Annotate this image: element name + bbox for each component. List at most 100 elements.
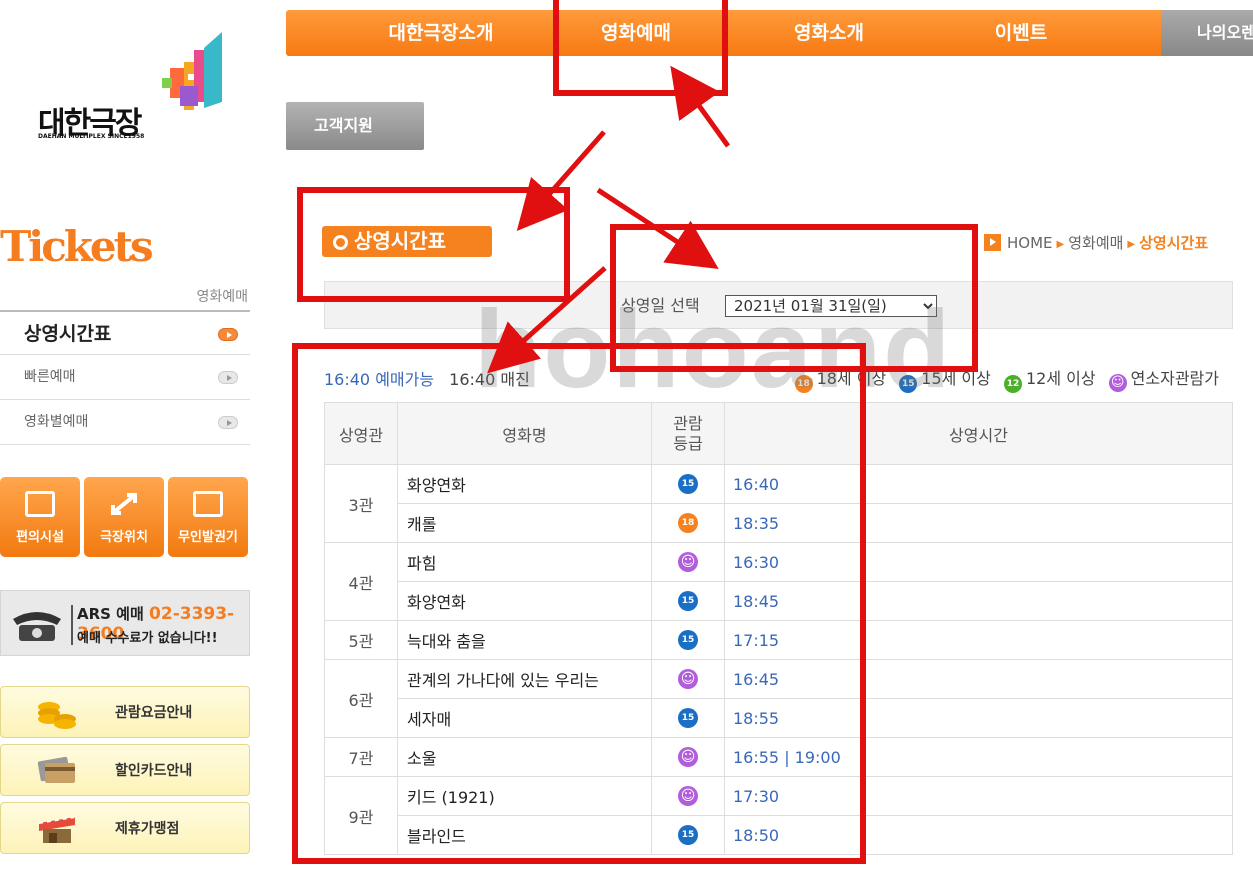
support-button[interactable]: 고객지원 <box>286 102 424 150</box>
rating-15-icon: 15 <box>678 630 698 651</box>
booking-status: 16:40 예매가능 16:40 매진 <box>324 366 530 390</box>
hall-cell: 4관 <box>324 542 398 621</box>
breadcrumb-current: 상영시간표 <box>1139 234 1209 252</box>
sidebar-title: Tickets <box>0 222 154 271</box>
divider <box>71 605 73 645</box>
movie-title-cell[interactable]: 화양연화 <box>397 581 652 621</box>
nav-item-booking[interactable]: 영화예매 <box>561 10 711 56</box>
partner-button[interactable]: 제휴가맹점 <box>0 802 250 854</box>
chevron-right-icon: ▶ <box>1056 239 1065 250</box>
building-icon <box>25 491 55 517</box>
table-header-row: 상영관 영화명 관람 등급 상영시간 <box>324 402 1233 465</box>
legend-label: 연소자관람가 <box>1130 369 1219 388</box>
rating-legend: 18 18세 이상 15 15세 이상 12 12세 이상 ☺ 연소자관람가 <box>787 365 1219 393</box>
ars-note: 예매 수수료가 없습니다!! <box>77 631 218 646</box>
showtime-cell[interactable]: 16:45 <box>724 659 1233 699</box>
legend-item-all: ☺ 연소자관람가 <box>1108 365 1219 392</box>
facilities-button[interactable]: 편의시설 <box>0 477 80 557</box>
table-row: 캐롤 18 18:35 <box>325 503 1233 543</box>
showtime-cell[interactable]: 17:15 <box>724 620 1233 660</box>
showtime-cell[interactable]: 18:50 <box>724 815 1233 855</box>
sidebar-item-label: 영화별예매 <box>24 414 89 430</box>
rating-15-icon: 15 <box>678 825 698 846</box>
rating-cell: ☺ <box>651 659 725 699</box>
facilities-label: 편의시설 <box>16 530 64 545</box>
movie-title-cell[interactable]: 화양연화 <box>397 464 652 504</box>
table-row: 6관 관계의 가나다에 있는 우리는 ☺ 16:45 <box>324 659 1233 738</box>
rating-15-icon: 15 <box>899 375 918 393</box>
movie-title-cell[interactable]: 세자매 <box>397 698 652 738</box>
hall-cell: 7관 <box>324 737 398 777</box>
sidebar-item-schedule[interactable]: 상영시간표 <box>0 310 250 355</box>
showtime-cell[interactable]: 18:35 <box>724 503 1233 543</box>
sidebar-subtitle: 영화예매 <box>196 289 248 305</box>
showtime-cell[interactable]: 18:55 <box>724 698 1233 738</box>
sidebar-item-quick-booking[interactable]: 빠른예매 <box>0 355 250 400</box>
date-select[interactable]: 2021년 01월 31일(일) <box>725 295 937 317</box>
showtime-cell[interactable]: 16:55 | 19:00 <box>724 737 1233 777</box>
card-icon <box>37 756 75 783</box>
breadcrumb-home[interactable]: HOME <box>1007 234 1053 252</box>
rating-18-icon: 18 <box>794 375 813 393</box>
rating-12-icon: 12 <box>1003 375 1022 393</box>
legend-item-12: 12 12세 이상 <box>1003 365 1096 393</box>
rating-cell: ☺ <box>651 776 725 816</box>
movie-title-cell[interactable]: 키드 (1921) <box>397 776 652 816</box>
location-button[interactable]: 극장위치 <box>84 477 164 557</box>
ars-banner[interactable]: ARS 예매 02-3393-3600 예매 수수료가 없습니다!! <box>0 590 250 656</box>
table-row: 화양연화 15 18:45 <box>325 581 1233 621</box>
showtime-cell[interactable]: 16:30 <box>724 542 1233 582</box>
movie-title-cell[interactable]: 소울 <box>397 737 652 777</box>
movie-title-cell[interactable]: 관계의 가나다에 있는 우리는 <box>397 659 652 699</box>
partner-label: 제휴가맹점 <box>115 821 180 837</box>
discount-card-label: 할인카드안내 <box>115 763 193 779</box>
date-selector-bar: 상영일 선택 2021년 01월 31일(일) <box>324 281 1233 329</box>
legend-label: 12세 이상 <box>1025 369 1096 388</box>
showtime-cell[interactable]: 16:40 <box>724 464 1233 504</box>
rating-all-icon: ☺ <box>678 786 698 807</box>
table-row: 4관 파힘 ☺ 16:30 <box>324 542 1233 621</box>
movie-title-cell[interactable]: 파힘 <box>397 542 652 582</box>
rating-all-icon: ☺ <box>678 669 698 690</box>
telephone-icon <box>13 612 61 641</box>
rating-all-icon: ☺ <box>678 552 698 573</box>
price-guide-button[interactable]: 관람요금안내 <box>0 686 250 738</box>
rating-cell: 15 <box>651 581 725 621</box>
sidebar-item-movie-booking[interactable]: 영화별예매 <box>0 400 250 445</box>
table-row: 7관 소울 ☺ 16:55 | 19:00 <box>324 737 1233 777</box>
date-select-label: 상영일 선택 <box>621 296 700 315</box>
nav-item-about[interactable]: 대한극장소개 <box>366 10 516 56</box>
arrow-icon <box>218 416 238 429</box>
header-hall: 상영관 <box>324 402 398 465</box>
table-row: 블라인드 15 18:50 <box>325 815 1233 855</box>
showtime-cell[interactable]: 17:30 <box>724 776 1233 816</box>
kiosk-button[interactable]: 무인발권기 <box>168 477 248 557</box>
site-logo[interactable]: 대한극장 DAEHAN MULTIPLEX SINCE1958 <box>38 30 228 141</box>
main-nav: 대한극장소개 영화예매 영화소개 이벤트 나의오렌 <box>286 10 1253 56</box>
status-available: 16:40 예매가능 <box>324 370 435 389</box>
nav-item-movies[interactable]: 영화소개 <box>754 10 904 56</box>
rating-all-icon: ☺ <box>1108 374 1127 392</box>
table-row: 9관 키드 (1921) ☺ 17:30 <box>324 776 1233 855</box>
hall-cell: 9관 <box>324 776 398 855</box>
discount-card-button[interactable]: 할인카드안내 <box>0 744 250 796</box>
nav-item-my[interactable]: 나의오렌 <box>1161 10 1253 56</box>
breadcrumb-booking[interactable]: 영화예매 <box>1068 234 1123 252</box>
legend-label: 18세 이상 <box>816 369 887 388</box>
nav-item-events[interactable]: 이벤트 <box>946 10 1096 56</box>
sidebar-menu: 상영시간표 빠른예매 영화별예매 <box>0 310 250 445</box>
movie-title-cell[interactable]: 늑대와 춤을 <box>397 620 652 660</box>
rating-cell: 15 <box>651 698 725 738</box>
showtime-cell[interactable]: 18:45 <box>724 581 1233 621</box>
movie-title-cell[interactable]: 블라인드 <box>397 815 652 855</box>
legend-label: 15세 이상 <box>921 369 991 388</box>
kiosk-icon <box>193 491 223 517</box>
rating-18-icon: 18 <box>678 513 698 534</box>
header-movie: 영화명 <box>397 402 652 465</box>
table-row: 세자매 15 18:55 <box>325 698 1233 738</box>
header-showtimes: 상영시간 <box>724 402 1233 465</box>
ars-label: ARS 예매 <box>77 605 144 623</box>
hall-cell: 5관 <box>324 620 398 660</box>
rating-cell: 15 <box>651 620 725 660</box>
movie-title-cell[interactable]: 캐롤 <box>397 503 652 543</box>
